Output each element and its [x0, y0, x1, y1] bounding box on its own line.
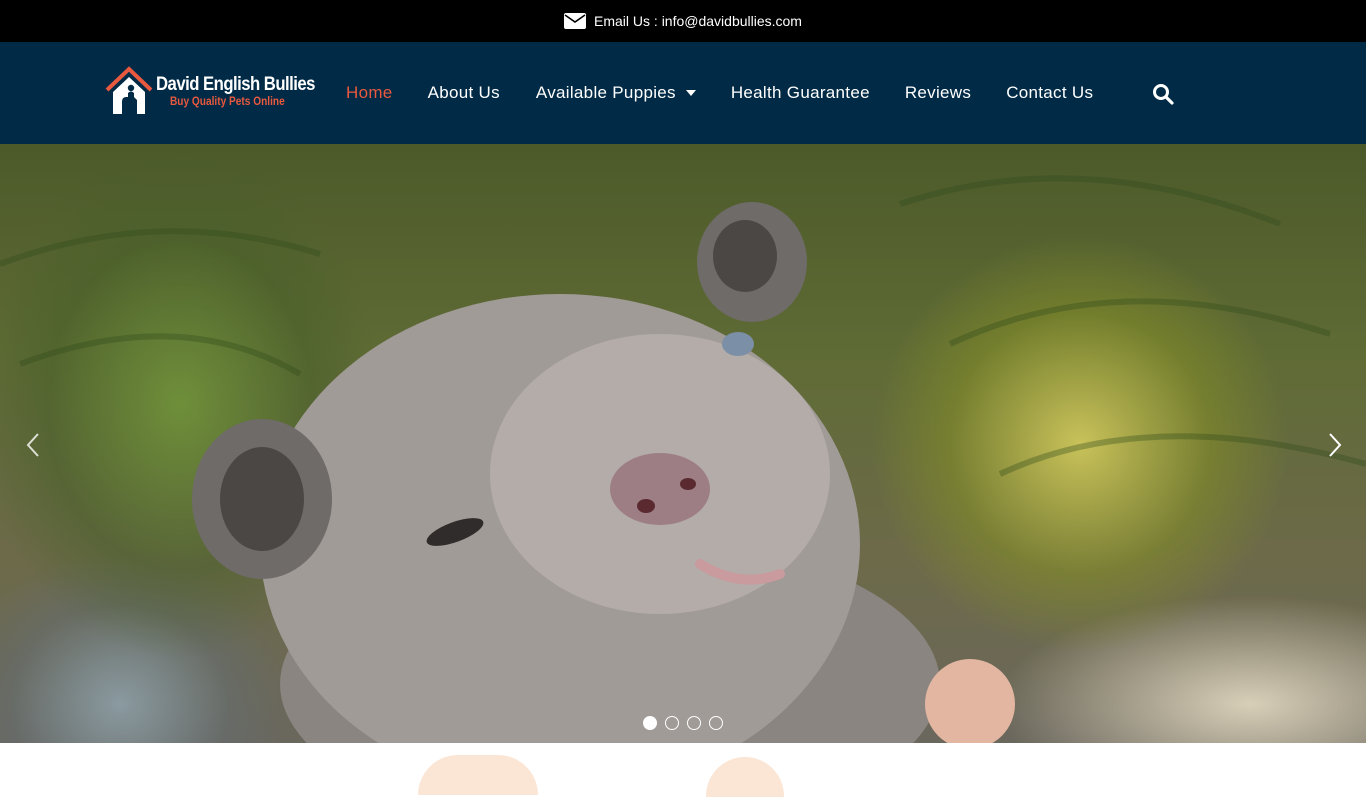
- french-bulldog-puppy-photo: [0, 175, 1366, 743]
- search-icon[interactable]: [1152, 83, 1174, 105]
- hero-slider: [0, 144, 1366, 743]
- nav-home[interactable]: Home: [346, 83, 393, 103]
- envelope-icon: [564, 13, 587, 29]
- nav-available-puppies-label: Available Puppies: [535, 83, 676, 102]
- slide-dot-1[interactable]: [643, 716, 657, 730]
- nav-health-guarantee[interactable]: Health Guarantee: [731, 83, 870, 103]
- nav-available-puppies[interactable]: Available Puppies: [536, 83, 696, 103]
- site-logo[interactable]: David English Bullies Buy Quality Pets O…: [104, 64, 315, 120]
- next-section: [0, 743, 1366, 797]
- decorative-shape: [418, 755, 538, 795]
- slide-dot-2[interactable]: [665, 716, 679, 730]
- site-header: David English Bullies Buy Quality Pets O…: [0, 42, 1366, 144]
- nav-about-us[interactable]: About Us: [428, 83, 500, 103]
- nav-about-us-label: About Us: [427, 83, 500, 102]
- email-link[interactable]: Email Us : info@davidbullies.com: [594, 13, 802, 29]
- nav-home-label: Home: [346, 83, 393, 102]
- brand-name: David English Bullies: [156, 74, 315, 96]
- chevron-left-icon[interactable]: [18, 430, 48, 460]
- chevron-right-icon[interactable]: [1320, 430, 1350, 460]
- nav-contact-us-label: Contact Us: [1006, 83, 1094, 102]
- nav-health-guarantee-label: Health Guarantee: [730, 83, 870, 102]
- dropdown-caret-icon: [685, 90, 696, 96]
- decorative-shape: [706, 757, 784, 797]
- slide-dot-4[interactable]: [709, 716, 723, 730]
- nav-contact-us[interactable]: Contact Us: [1006, 83, 1093, 103]
- main-nav: Home About Us Available Puppies Health G…: [346, 42, 1093, 144]
- nav-reviews[interactable]: Reviews: [905, 83, 971, 103]
- slide-dot-3[interactable]: [687, 716, 701, 730]
- top-bar: Email Us : info@davidbullies.com: [0, 0, 1366, 42]
- house-logo-icon: [105, 66, 153, 114]
- slider-pagination: [643, 716, 723, 730]
- brand-tagline: Buy Quality Pets Online: [170, 96, 285, 109]
- nav-reviews-label: Reviews: [904, 83, 972, 102]
